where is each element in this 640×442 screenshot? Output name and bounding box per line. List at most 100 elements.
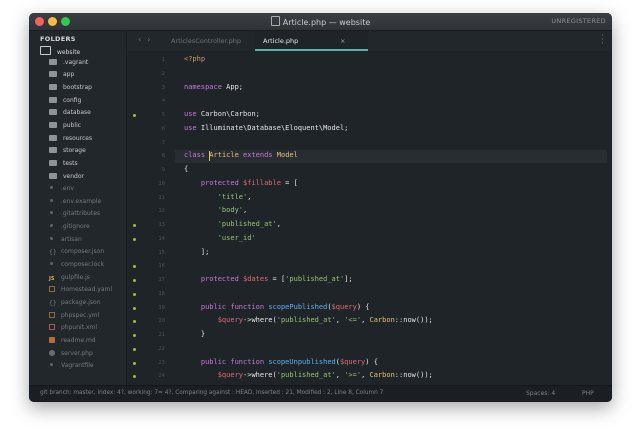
code-line[interactable]: 'body', <box>184 206 248 214</box>
tab-menu-icon[interactable]: · · · <box>601 32 604 49</box>
tree-item-label: Vagrantfile <box>61 362 94 370</box>
line-number: 22 <box>158 345 165 352</box>
code-line[interactable]: namespace App; <box>184 83 243 91</box>
syntax-selector[interactable]: PHP <box>582 390 594 397</box>
php-icon <box>49 349 55 356</box>
code-token: ) { <box>365 357 378 366</box>
code-token: Article <box>209 151 239 160</box>
tree-folder[interactable]: config <box>49 96 81 109</box>
code-line[interactable]: $query->where('published_at', '>=', Carb… <box>184 371 433 379</box>
tree-folder[interactable]: app <box>49 71 74 83</box>
tree-item-label: .gitignore <box>61 223 90 231</box>
tree-item-label: server.php <box>61 349 93 357</box>
tree-file[interactable]: {} package.json <box>49 299 101 311</box>
tree-file[interactable]: .gitignore <box>49 223 90 235</box>
tab-articles-controller[interactable]: ArticlesController.php <box>171 31 255 51</box>
document-icon <box>270 16 280 26</box>
tree-file[interactable]: artisan <box>49 236 82 248</box>
tree-file[interactable]: .env <box>49 185 74 197</box>
code-line[interactable]: protected $dates = ['published_at']; <box>184 275 353 283</box>
code-line[interactable]: public function scopeUnpublished($query)… <box>184 358 378 366</box>
line-number: 8 <box>161 153 165 160</box>
tree-folder[interactable]: resources <box>49 134 92 147</box>
code-token: Illuminate\Database\Eloquent\Model; <box>196 123 349 132</box>
dot-icon <box>49 210 55 216</box>
git-modified-marker <box>133 334 136 337</box>
tab-nav-arrows[interactable]: ‹› <box>138 35 156 44</box>
yaml-icon <box>49 311 55 318</box>
tree-item-label: website <box>57 49 81 56</box>
code-line[interactable]: 'title', <box>184 193 252 201</box>
close-tab-icon[interactable]: × <box>340 31 345 51</box>
tree-item-label: vendor <box>63 172 84 180</box>
code-line[interactable]: 'user_id' <box>184 234 256 242</box>
tree-file[interactable]: .gitattributes <box>49 210 100 222</box>
code-token: '<=' <box>344 316 362 325</box>
code-line[interactable]: public function scopePublished($query) { <box>184 303 370 311</box>
code-token: class <box>184 151 206 160</box>
line-number: 4 <box>161 98 165 105</box>
tree-folder[interactable]: bootstrap <box>49 83 92 96</box>
tree-folder[interactable]: .vagrant <box>49 58 88 71</box>
tree-folder[interactable]: tests <box>49 159 78 172</box>
status-bar: git branch: master, index: 4?, working: … <box>29 385 612 402</box>
chevron-right-icon[interactable]: › <box>147 35 156 44</box>
tree-file[interactable]: phpspec.yml <box>49 311 99 324</box>
tree-folder[interactable]: vendor <box>49 172 84 185</box>
tree-file[interactable]: server.php <box>49 349 93 362</box>
code-line[interactable]: class Article extends Model <box>184 151 298 159</box>
line-number: 10 <box>158 180 165 187</box>
code-token: <?php <box>184 55 206 63</box>
code-token: { <box>184 165 189 173</box>
line-number: 24 <box>158 373 165 380</box>
line-number: 7 <box>161 139 165 146</box>
code-token: where <box>251 371 273 380</box>
code-line[interactable]: use Illuminate\Database\Eloquent\Model; <box>184 124 348 132</box>
tree-folder[interactable]: storage <box>49 147 86 159</box>
tree-item-label: database <box>63 109 91 117</box>
line-number: 14 <box>158 235 165 242</box>
code-token: 'published_at' <box>217 220 277 228</box>
tree-file[interactable]: composer.lock <box>49 261 104 273</box>
line-number: 1 <box>161 57 165 63</box>
tree-folder[interactable]: public <box>49 121 81 134</box>
code-line[interactable]: use Carbon\Carbon; <box>184 110 260 118</box>
tree-file[interactable]: JS gulpfile.js <box>49 274 90 286</box>
code-line[interactable]: ]; <box>184 248 209 256</box>
tab-article[interactable]: Article.php × <box>255 31 368 51</box>
git-status: git branch: master, index: 4?, working: … <box>40 390 384 396</box>
code-editor[interactable]: 1 <?php 2 3 namespace App; 4 5 use Carbon\Carbo… <box>127 51 612 402</box>
tree-file[interactable]: .env.example <box>49 198 101 210</box>
tab-label: Article.php <box>263 37 299 45</box>
code-line[interactable]: 'published_at', <box>184 220 281 228</box>
folder-icon <box>49 109 57 116</box>
code-line[interactable]: { <box>184 165 188 173</box>
git-modified-marker <box>133 237 136 241</box>
tree-item-label: storage <box>63 147 86 155</box>
tree-root-folder[interactable]: website <box>40 46 80 58</box>
folder-icon <box>49 83 57 90</box>
sidebar: FOLDERS website .vagrant app bootstrap confi… <box>29 31 126 385</box>
tree-file[interactable]: Vagrantfile <box>49 362 94 374</box>
tree-file[interactable]: phpunit.xml <box>49 324 97 336</box>
tree-folder[interactable]: database <box>49 109 91 121</box>
code-line[interactable]: protected $fillable = [ <box>184 179 298 187</box>
indentation-setting[interactable]: Spaces: 4 <box>526 390 555 397</box>
code-line[interactable]: } <box>184 330 205 338</box>
line-number: 21 <box>158 332 165 338</box>
code-token: scopeUnpublished <box>268 357 336 366</box>
code-line[interactable]: $query->where('published_at', '<=', Carb… <box>184 316 433 324</box>
code-line[interactable]: <?php <box>184 55 205 63</box>
code-token: ]; <box>184 247 210 256</box>
chevron-left-icon[interactable]: ‹ <box>138 35 147 44</box>
tree-item-label: gulpfile.js <box>61 273 90 281</box>
tree-file[interactable]: Homestead.yaml <box>49 286 112 298</box>
code-token: '>=' <box>344 371 362 380</box>
tree-file[interactable]: {} composer.json <box>49 248 104 260</box>
code-token: Carbon\Carbon; <box>196 110 260 118</box>
dot-icon <box>49 236 55 242</box>
window-title-wrap: Article.php — website <box>29 16 612 27</box>
tree-file[interactable]: readme.md <box>49 336 96 349</box>
